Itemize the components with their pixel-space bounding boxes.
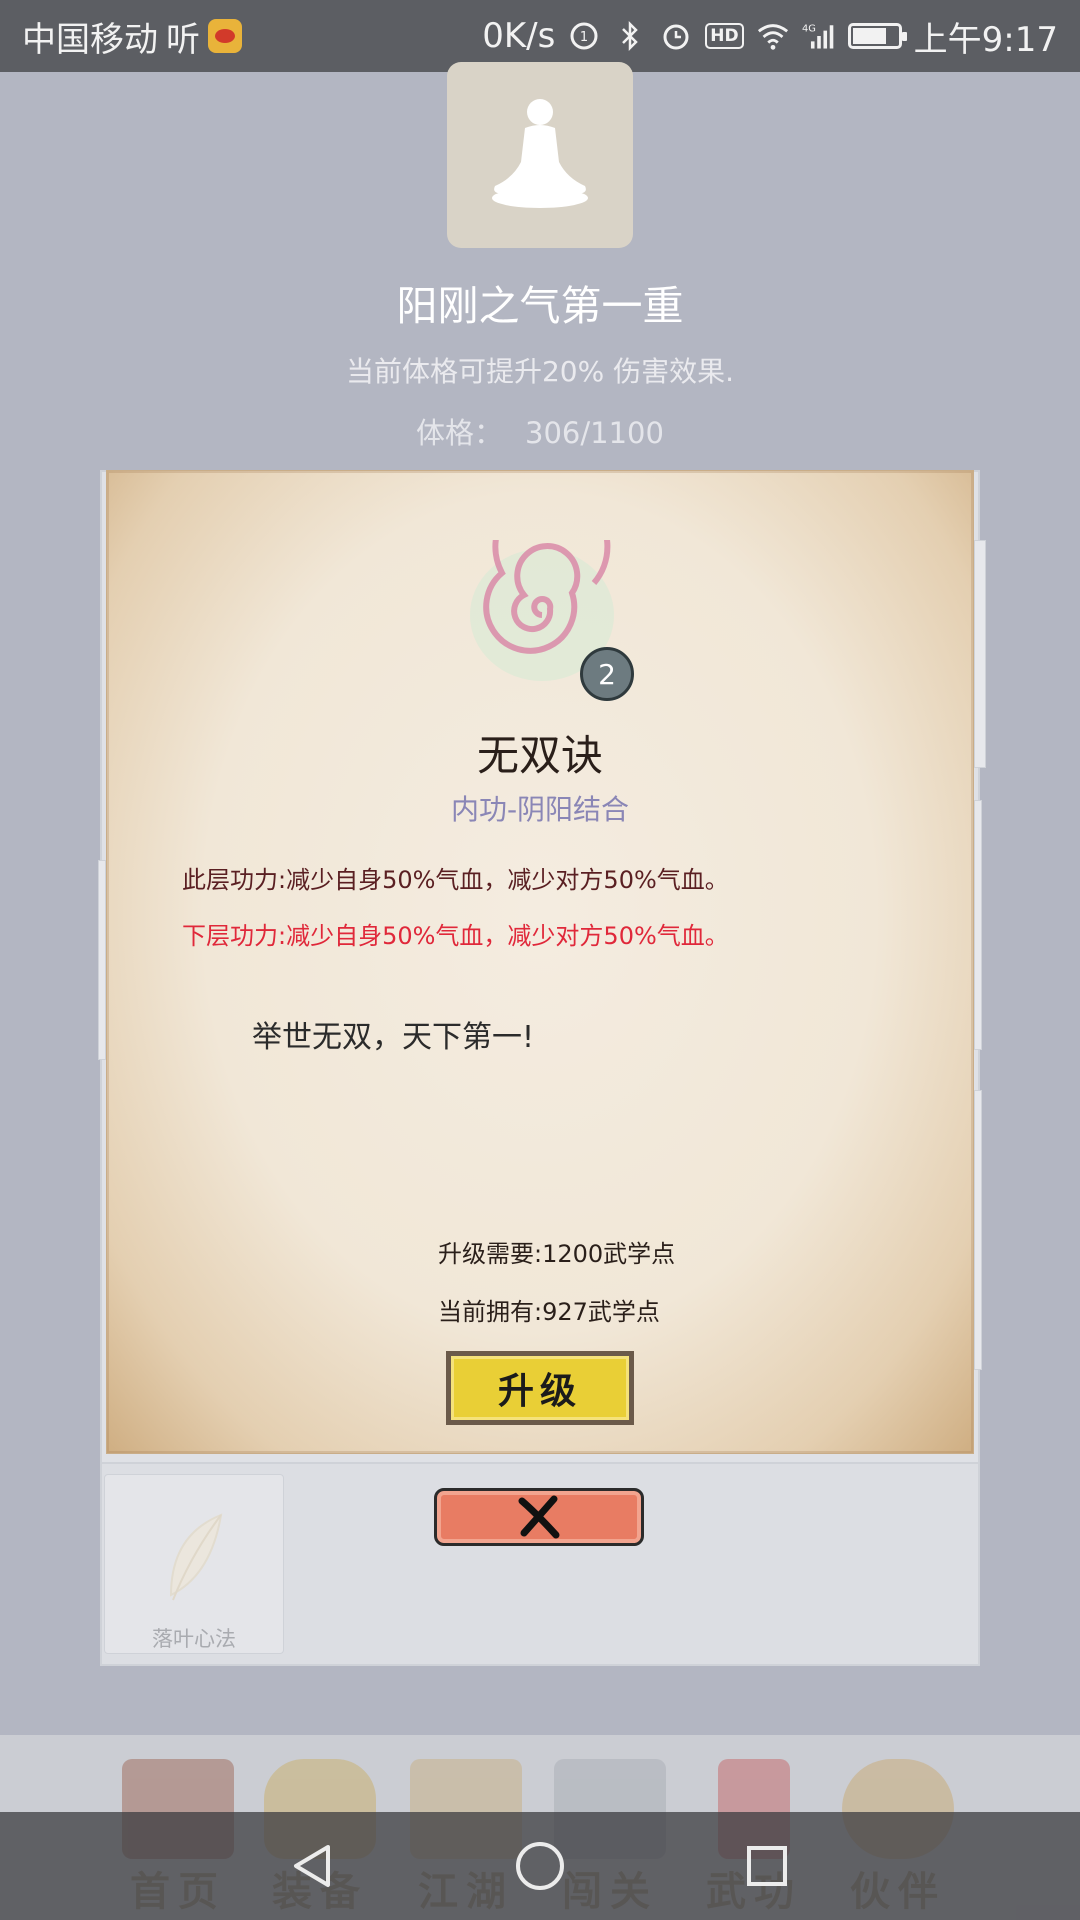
alarm-icon	[659, 19, 693, 53]
carrier-name: 中国移动	[22, 19, 158, 60]
listen-app-icon: 听	[166, 19, 200, 60]
net-speed: 0K/s	[482, 16, 556, 56]
list-card-edge	[974, 800, 982, 1050]
recents-square-icon	[746, 1846, 787, 1886]
list-card-edge	[974, 1090, 982, 1370]
wifi-icon	[756, 19, 790, 53]
next-effect: 下层功力:减少自身50%气血，减少对方50%气血。	[182, 922, 729, 950]
bluetooth-icon	[613, 19, 647, 53]
sync-icon: 1	[567, 19, 601, 53]
home-circle-icon	[515, 1842, 564, 1890]
battery-icon	[847, 23, 907, 49]
carrier-group: 中国移动 听	[22, 12, 242, 61]
skill-motto: 举世无双，天下第一!	[252, 1020, 535, 1055]
weibo-icon	[208, 19, 242, 53]
owned-points: 当前拥有:927武学点	[438, 1298, 660, 1326]
page-title: 阳刚之气第一重	[396, 282, 684, 330]
home-button[interactable]	[500, 1826, 580, 1906]
skill-level-badge: 2	[580, 647, 634, 701]
signal-icon: 4G	[802, 19, 836, 53]
constitution-stat: 体格： 306/1100	[0, 410, 1080, 452]
clock: 上午9:17	[913, 19, 1058, 60]
upgrade-button[interactable]: 升级	[446, 1351, 634, 1425]
system-navigation-bar	[0, 1812, 1080, 1920]
meditation-icon	[447, 62, 633, 248]
recents-button[interactable]	[727, 1826, 807, 1906]
back-triangle-icon	[294, 1845, 331, 1887]
leaf-icon	[169, 1513, 223, 1601]
close-button[interactable]	[434, 1488, 644, 1546]
list-item-label: 落叶心法	[152, 1627, 236, 1651]
stat-label: 体格：	[416, 416, 504, 450]
list-card-edge	[98, 860, 106, 1060]
network-type: 4G	[802, 24, 816, 35]
hd-icon: HD	[705, 23, 744, 49]
page-description: 当前体格可提升20% 伤害效果.	[345, 355, 735, 388]
stat-value: 306/1100	[525, 416, 664, 450]
back-button[interactable]	[273, 1826, 353, 1906]
skill-name: 无双诀	[476, 731, 603, 780]
svg-text:1: 1	[580, 30, 588, 45]
upgrade-requirement: 升级需要:1200武学点	[438, 1240, 676, 1268]
close-icon	[518, 1495, 560, 1539]
list-item[interactable]: 落叶心法	[104, 1474, 284, 1654]
skill-type: 内功-阴阳结合	[450, 793, 630, 826]
status-icons: 0K/s 1 HD 4G 上午9:17	[482, 12, 1058, 61]
current-effect: 此层功力:减少自身50%气血，减少对方50%气血。	[182, 866, 729, 894]
